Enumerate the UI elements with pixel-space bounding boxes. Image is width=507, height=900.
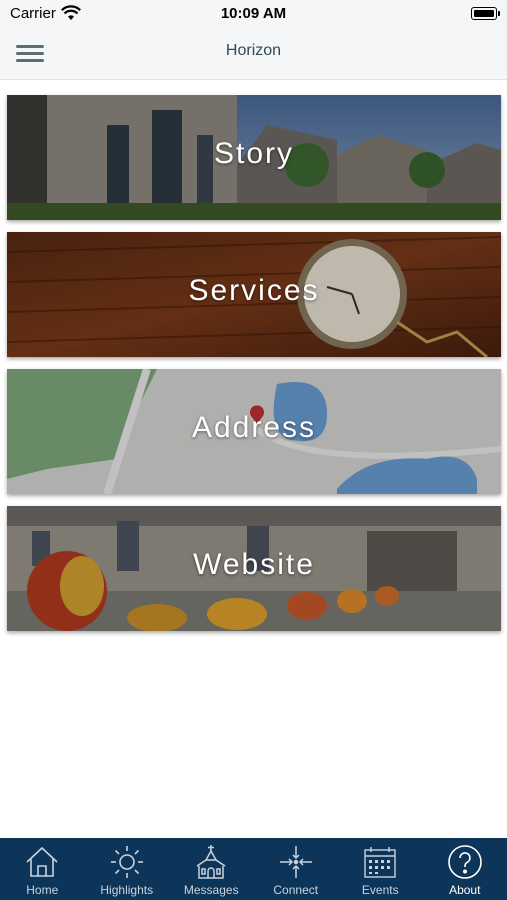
tab-home[interactable]: Home [0, 838, 85, 900]
question-circle-icon [447, 845, 482, 879]
tab-events[interactable]: Events [338, 838, 423, 900]
status-bar: Carrier 10:09 AM [0, 0, 507, 30]
tile-address[interactable]: Address [7, 369, 501, 494]
calendar-icon [364, 847, 396, 878]
tile-story[interactable]: Story [7, 95, 501, 220]
tab-bar: Home Highlights Messages Connect Events … [0, 838, 507, 900]
tile-services[interactable]: Services [7, 232, 501, 357]
tab-label: Highlights [100, 883, 154, 897]
tab-label: About [449, 883, 481, 897]
tab-highlights[interactable]: Highlights [85, 838, 170, 900]
home-icon [26, 846, 58, 877]
tab-label: Events [361, 883, 399, 897]
tile-label: Story [213, 137, 295, 170]
connect-arrows-icon [279, 846, 312, 878]
tile-label: Services [188, 274, 320, 307]
tab-label: Home [26, 883, 59, 897]
tile-list: Story Services Address Website [7, 95, 501, 643]
tab-messages[interactable]: Messages [169, 838, 254, 900]
clock: 10:09 AM [220, 5, 287, 22]
tile-label: Address [191, 411, 317, 444]
tab-about[interactable]: About [423, 838, 507, 900]
tab-connect[interactable]: Connect [254, 838, 339, 900]
sun-icon [110, 846, 143, 878]
battery-icon [471, 7, 500, 20]
church-icon [196, 845, 226, 879]
tile-label: Website [193, 548, 315, 581]
tile-website[interactable]: Website [7, 506, 501, 631]
tab-label: Messages [183, 883, 239, 897]
tab-label: Connect [273, 883, 319, 897]
nav-bar: Horizon [0, 30, 507, 80]
page-title: Horizon [225, 42, 282, 59]
